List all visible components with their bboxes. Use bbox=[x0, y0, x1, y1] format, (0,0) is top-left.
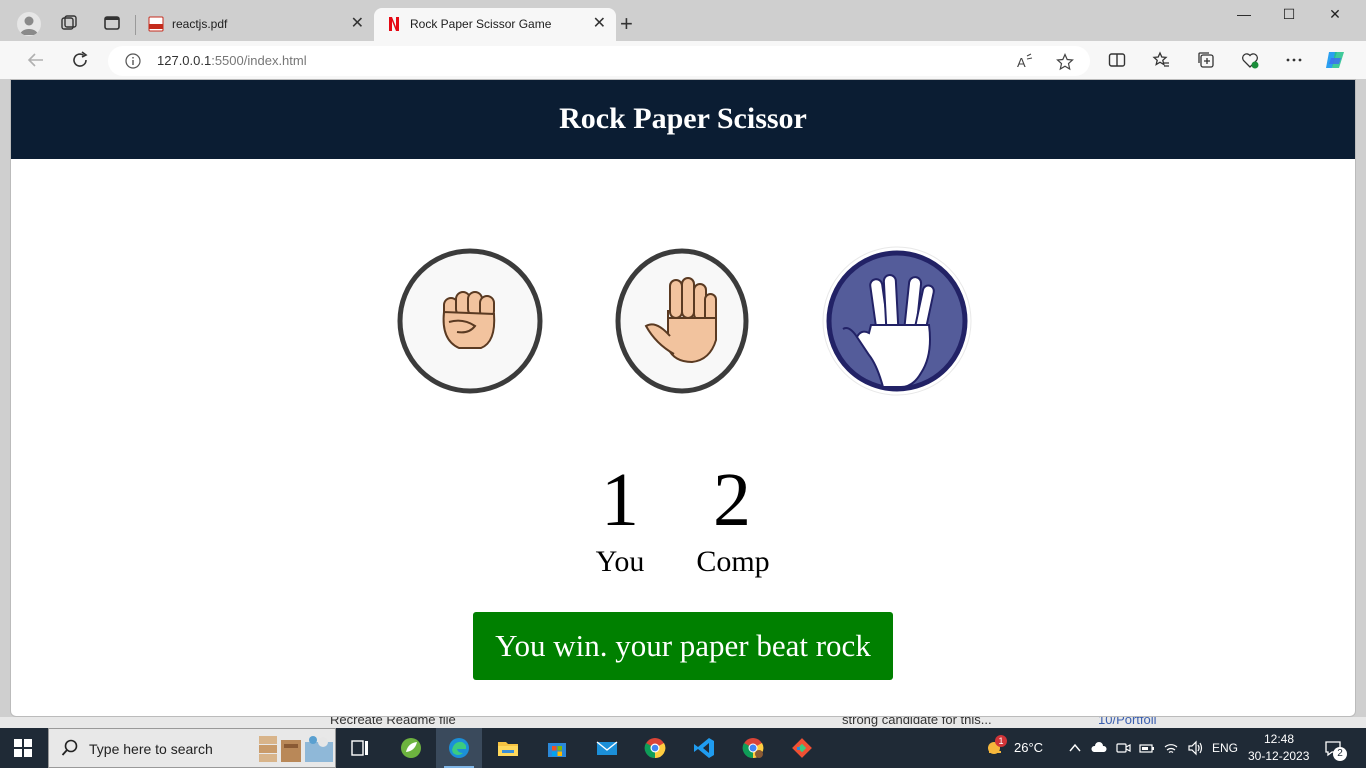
tab-title: reactjs.pdf bbox=[172, 17, 228, 31]
windows-taskbar: Type here to search 1 26°C ENG 12:48 30-… bbox=[0, 728, 1366, 768]
chevron-up-icon[interactable] bbox=[1067, 740, 1083, 756]
tab-close-icon[interactable]: ✕ bbox=[351, 15, 364, 33]
fist-icon bbox=[397, 248, 543, 394]
svg-text:A: A bbox=[1017, 55, 1026, 70]
language-indicator[interactable]: ENG bbox=[1212, 741, 1238, 755]
copilot-icon[interactable] bbox=[1324, 48, 1348, 72]
weather-temperature[interactable]: 26°C bbox=[1014, 740, 1043, 755]
search-icon bbox=[61, 739, 78, 756]
volume-icon[interactable] bbox=[1187, 740, 1203, 756]
tab-reactjs-pdf[interactable]: reactjs.pdf ✕ bbox=[136, 8, 374, 41]
task-view-button[interactable] bbox=[337, 728, 383, 768]
computer-score-label-box: Comp bbox=[683, 547, 783, 577]
clock-date[interactable]: 30-12-2023 bbox=[1248, 749, 1309, 763]
tab-title: Rock Paper Scissor Game bbox=[410, 17, 552, 31]
taskbar-vscode[interactable] bbox=[681, 728, 727, 768]
vscode-icon bbox=[694, 738, 714, 758]
taskbar-search-box[interactable]: Type here to search bbox=[48, 728, 336, 768]
wifi-icon[interactable] bbox=[1163, 740, 1179, 756]
vulcan-salute-icon bbox=[822, 246, 972, 396]
microsoft-store-icon bbox=[548, 743, 566, 757]
taskbar-git[interactable] bbox=[779, 728, 825, 768]
favorite-star-icon[interactable] bbox=[1056, 53, 1074, 71]
taskbar-file-explorer[interactable] bbox=[485, 728, 531, 768]
taskbar-chrome-profile[interactable] bbox=[730, 728, 776, 768]
git-icon bbox=[792, 738, 812, 758]
chrome-profile-icon bbox=[742, 738, 764, 759]
site-info-icon[interactable] bbox=[125, 53, 141, 69]
tab-rock-paper-scissor-game[interactable]: Rock Paper Scissor Game ✕ bbox=[374, 8, 616, 41]
user-score-label: You bbox=[595, 545, 645, 578]
browser-essentials-icon[interactable] bbox=[1241, 51, 1259, 69]
task-view-icon bbox=[351, 740, 368, 756]
clock-time[interactable]: 12:48 bbox=[1262, 732, 1296, 746]
tab-close-icon[interactable]: ✕ bbox=[593, 15, 606, 33]
computer-score-value: 2 bbox=[713, 458, 751, 542]
collections-icon[interactable] bbox=[1197, 51, 1215, 69]
back-arrow-icon[interactable] bbox=[26, 50, 46, 70]
user-score-value: 1 bbox=[601, 458, 639, 542]
read-aloud-icon[interactable]: A bbox=[1016, 53, 1034, 71]
file-explorer-icon bbox=[498, 742, 518, 756]
result-message: You win. your paper beat rock bbox=[473, 612, 893, 680]
page-viewport: Rock Paper Scissor 1 2 You Comp You win.… bbox=[10, 79, 1356, 717]
netflix-n-icon bbox=[389, 17, 399, 31]
browser-toolbar: 127.0.0.1:5500/index.html A bbox=[0, 41, 1366, 79]
peek-text-left: Recreate Readme file bbox=[330, 717, 456, 727]
pdf-icon bbox=[148, 16, 164, 32]
chrome-icon bbox=[644, 738, 666, 759]
refresh-icon[interactable] bbox=[70, 50, 90, 70]
taskbar-microsoft-store[interactable] bbox=[534, 728, 580, 768]
taskbar-edge[interactable] bbox=[436, 728, 482, 768]
onedrive-cloud-icon[interactable] bbox=[1091, 740, 1107, 756]
page-header: Rock Paper Scissor bbox=[11, 80, 1355, 159]
peek-text-middle: strong candidate for this... bbox=[842, 717, 992, 727]
background-window-peek: Recreate Readme file strong candidate fo… bbox=[0, 717, 1366, 728]
windows-start-icon[interactable] bbox=[14, 739, 32, 757]
peek-text-right: 10/Portfoli bbox=[1098, 717, 1157, 727]
favorites-icon[interactable] bbox=[1152, 51, 1170, 69]
notification-count: 2 bbox=[1333, 747, 1347, 761]
computer-score: 2 bbox=[697, 462, 767, 538]
meet-now-icon[interactable] bbox=[1115, 740, 1131, 756]
more-menu-icon[interactable] bbox=[1285, 51, 1303, 69]
split-screen-icon[interactable] bbox=[1108, 51, 1126, 69]
page-title: Rock Paper Scissor bbox=[559, 102, 807, 135]
battery-icon[interactable] bbox=[1139, 740, 1155, 756]
edge-icon bbox=[449, 738, 469, 758]
url-host: 127.0.0.1 bbox=[157, 53, 212, 68]
profile-avatar-icon[interactable] bbox=[17, 12, 41, 36]
maximize-button[interactable]: ☐ bbox=[1266, 6, 1312, 28]
url-text[interactable]: 127.0.0.1:5500/index.html bbox=[157, 53, 307, 68]
workspaces-icon[interactable] bbox=[60, 14, 78, 32]
mail-icon bbox=[596, 741, 618, 755]
computer-score-label: Comp bbox=[696, 545, 770, 578]
address-bar[interactable]: 127.0.0.1:5500/index.html A bbox=[108, 46, 1090, 76]
minimize-button[interactable]: — bbox=[1221, 6, 1267, 28]
spring-tool-icon bbox=[401, 738, 421, 758]
taskbar-spring-tool[interactable] bbox=[388, 728, 434, 768]
taskbar-chrome[interactable] bbox=[632, 728, 678, 768]
weather-badge: 1 bbox=[995, 735, 1007, 747]
scissor-choice-button[interactable] bbox=[821, 245, 973, 397]
taskbar-mail[interactable] bbox=[584, 728, 630, 768]
window-close-button[interactable]: ✕ bbox=[1312, 6, 1358, 28]
rock-choice-button[interactable] bbox=[397, 248, 543, 394]
user-score-label-box: You bbox=[585, 547, 655, 577]
search-placeholder: Type here to search bbox=[89, 741, 213, 757]
new-tab-button[interactable]: + bbox=[620, 12, 633, 36]
url-path: :5500/index.html bbox=[211, 53, 307, 68]
user-score: 1 bbox=[585, 462, 655, 538]
search-highlight-art-icon bbox=[259, 736, 333, 762]
open-hand-icon bbox=[615, 248, 749, 394]
vertical-tabs-icon[interactable] bbox=[103, 14, 121, 32]
paper-choice-button[interactable] bbox=[614, 248, 750, 394]
browser-tab-strip: reactjs.pdf ✕ Rock Paper Scissor Game ✕ … bbox=[0, 0, 1366, 41]
